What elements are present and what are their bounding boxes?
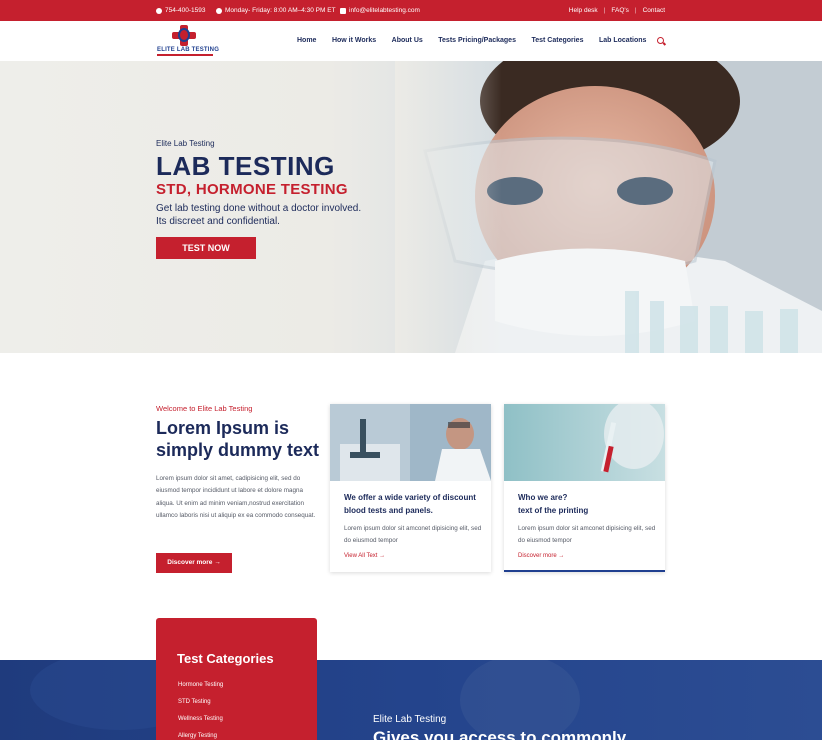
email-info[interactable]: info@elitelabtesting.com [340, 7, 420, 14]
nav-how-it-works[interactable]: How it Works [332, 37, 376, 44]
phone-icon [156, 7, 162, 14]
card-title: We offer a wide variety of discount bloo… [344, 493, 476, 515]
category-hormone-testing[interactable]: Hormone Testing [178, 682, 223, 688]
nav-home[interactable]: Home [297, 37, 316, 44]
card-title-line-1: Who we are? [518, 493, 568, 502]
hero-banner: Elite Lab Testing LAB TESTING STD, HORMO… [0, 61, 822, 353]
divider: | [603, 7, 606, 14]
divider: | [634, 7, 637, 14]
nav-tests-pricing[interactable]: Tests Pricing/Packages [438, 37, 516, 44]
contact-link[interactable]: Contact [643, 7, 665, 14]
mail-icon [340, 7, 346, 14]
search-icon[interactable] [657, 37, 664, 44]
welcome-body: Lorem ipsum dolor sit amet, cadipisicing… [156, 475, 316, 519]
main-nav: Home How it Works About Us Tests Pricing… [297, 37, 662, 44]
test-categories-panel: Test Categories Hormone Testing STD Test… [156, 618, 317, 740]
band-kicker: Elite Lab Testing [373, 714, 447, 725]
faqs-link[interactable]: FAQ's [611, 7, 629, 14]
top-bar: 754-400-1593 Monday- Friday: 8:00 AM–4:3… [0, 0, 822, 21]
phone-info[interactable]: 754-400-1593 [156, 7, 205, 14]
business-hours: Monday- Friday: 8:00 AM–4:30 PM ET [225, 7, 336, 14]
nav-lab-locations[interactable]: Lab Locations [599, 37, 646, 44]
access-band: Elite Lab Testing Gives you access to co… [0, 660, 822, 740]
logo[interactable]: ELITE LAB TESTING [157, 24, 220, 58]
nav-test-categories[interactable]: Test Categories [531, 37, 583, 44]
discover-more-button[interactable]: Discover more → [156, 553, 232, 573]
card-title: Who we are? text of the printing [518, 492, 658, 517]
hero-kicker: Elite Lab Testing [156, 139, 215, 148]
card-body: Lorem ipsum dolor sit amconet dipisicing… [344, 525, 482, 544]
hero-title: LAB TESTING [156, 151, 335, 181]
category-wellness-testing[interactable]: Wellness Testing [178, 716, 223, 722]
test-tube-image [504, 399, 665, 481]
card-body: Lorem ipsum dolor sit amconet dipisicing… [518, 525, 656, 544]
hero-description: Get lab testing done without a doctor in… [156, 202, 416, 228]
email-address: info@elitelabtesting.com [349, 7, 420, 14]
test-now-button[interactable]: TEST NOW [156, 237, 256, 259]
nav-about-us[interactable]: About Us [392, 37, 423, 44]
hero-scientist-image [395, 61, 822, 353]
category-std-testing[interactable]: STD Testing [178, 699, 211, 705]
hero-subtitle: STD, HORMONE TESTING [156, 181, 348, 198]
medical-cross-icon [172, 25, 196, 46]
band-headline: Gives you access to commonly [373, 728, 627, 740]
hero-desc-line-1: Get lab testing done without a doctor in… [156, 203, 362, 214]
logo-text: ELITE LAB TESTING [157, 47, 220, 53]
welcome-title: Lorem Ipsum is simply dummy text [156, 418, 320, 460]
test-categories-title: Test Categories [177, 651, 274, 666]
who-we-are-card[interactable]: Who we are? text of the printing Lorem i… [504, 399, 665, 572]
card-title-line-2: text of the printing [518, 505, 589, 515]
discover-more-link[interactable]: Discover more → [518, 553, 564, 559]
phone-number: 754-400-1593 [165, 7, 206, 14]
top-links: Help desk | FAQ's | Contact [569, 7, 665, 14]
welcome-kicker: Welcome to Elite Lab Testing [156, 404, 253, 413]
blood-tests-card[interactable]: We offer a wide variety of discount bloo… [330, 404, 491, 572]
logo-underline [157, 54, 213, 56]
help-desk-link[interactable]: Help desk [569, 7, 598, 14]
category-allergy-testing[interactable]: Allergy Testing [178, 733, 217, 739]
lab-microscope-image [330, 404, 491, 481]
hero-desc-line-2: Its discreet and confidential. [156, 216, 280, 227]
view-all-link[interactable]: View All Text → [344, 553, 385, 559]
hours-info: Monday- Friday: 8:00 AM–4:30 PM ET [216, 7, 336, 14]
clock-icon [216, 7, 222, 14]
site-header: ELITE LAB TESTING Home How it Works Abou… [0, 21, 822, 61]
